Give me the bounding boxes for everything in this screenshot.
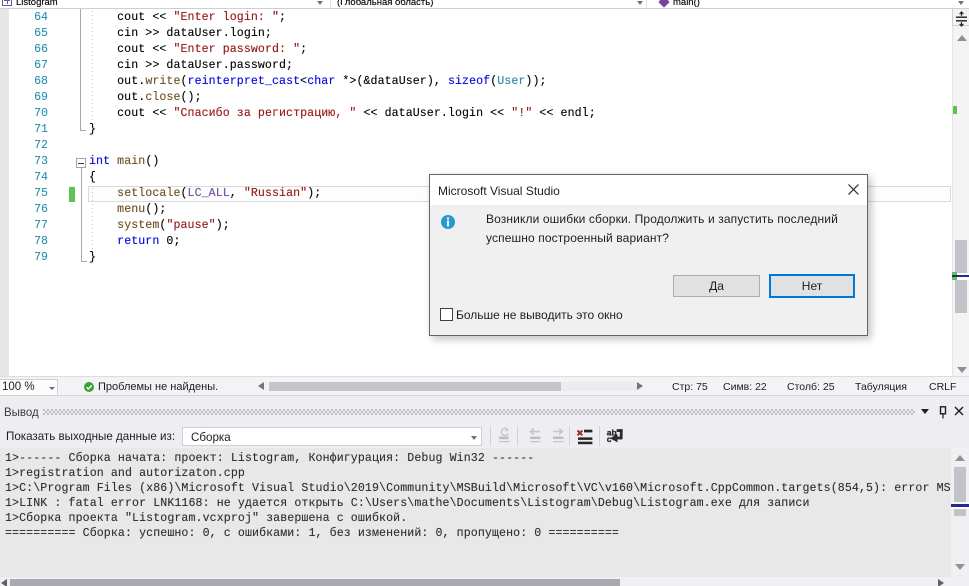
- svg-text:c: c: [607, 434, 612, 444]
